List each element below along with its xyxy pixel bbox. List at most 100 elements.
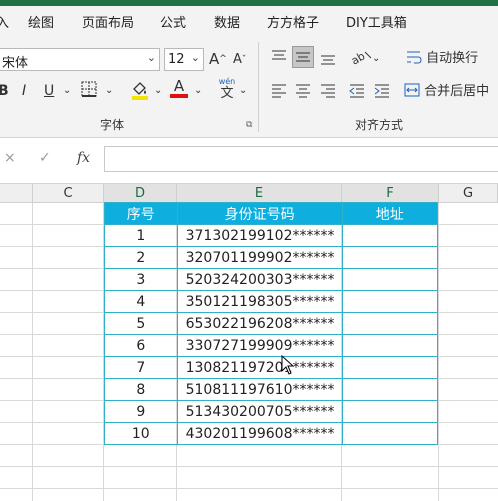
header-cell-address[interactable]: 地址 [341, 202, 439, 225]
cell-address[interactable] [341, 268, 439, 291]
cell-address[interactable] [341, 334, 439, 357]
enter-icon[interactable]: ✓ [39, 150, 51, 166]
cell-index[interactable]: 10 [104, 422, 178, 445]
tab-diy-toolbox[interactable]: DIY工具箱 [346, 12, 407, 31]
cell-address[interactable] [341, 378, 439, 401]
cell-address[interactable] [341, 400, 439, 423]
align-middle-icon [296, 52, 310, 62]
font-name-select[interactable]: 宋体 ⌄ [0, 48, 160, 71]
increase-indent-button[interactable] [373, 82, 391, 104]
cell-id-number[interactable]: 371302199102****** [176, 224, 343, 247]
italic-button[interactable]: I [22, 82, 26, 100]
cell-id-number[interactable]: 430201199608****** [176, 422, 343, 445]
cell-index[interactable]: 4 [104, 290, 178, 313]
merge-center-button[interactable]: 合并后居中 [404, 82, 489, 101]
cell-index[interactable]: 3 [104, 268, 178, 291]
cell-index[interactable]: 8 [104, 378, 178, 401]
cell-address[interactable] [341, 246, 439, 269]
cell-id-number[interactable]: 130821197201****** [176, 356, 343, 379]
font-color-letter: A [173, 77, 185, 95]
align-center-icon [296, 84, 310, 98]
tab-draw[interactable]: 绘图 [28, 12, 54, 31]
font-name-value: 宋体 [2, 56, 29, 71]
align-center-button[interactable] [294, 82, 312, 104]
align-top-icon [272, 50, 286, 60]
cell-id-number[interactable]: 330727199909****** [176, 334, 343, 357]
gridline [32, 203, 33, 501]
column-header-f[interactable]: F [342, 184, 439, 203]
tab-data[interactable]: 数据 [214, 12, 240, 31]
table-row: 5 653022196208****** [104, 312, 439, 335]
align-top-button[interactable] [270, 48, 288, 70]
table-row: 3 520324200303****** [104, 268, 439, 291]
shrink-font-button[interactable]: Aˇ [233, 51, 246, 69]
ribbon: 宋体 ⌄ 12 ⌄ A^ Aˇ B I U ⌄ ⌄ ⌄ A ⌄ wén 文 ⌄ … [0, 34, 498, 138]
align-right-button[interactable] [319, 82, 337, 104]
table-row: 1 371302199102****** [104, 224, 439, 247]
border-button[interactable] [80, 80, 98, 104]
grow-font-button[interactable]: A^ [209, 50, 227, 68]
cell-address[interactable] [341, 290, 439, 313]
cell-address[interactable] [341, 224, 439, 247]
phonetic-char: 文 [220, 86, 234, 101]
align-left-button[interactable] [270, 82, 288, 104]
cell-index[interactable]: 7 [104, 356, 178, 379]
cell-id-number[interactable]: 320701199902****** [176, 246, 343, 269]
cell-index[interactable]: 9 [104, 400, 178, 423]
cell-id-number[interactable]: 350121198305****** [176, 290, 343, 313]
font-color-button[interactable]: A [170, 78, 188, 98]
insert-function-icon[interactable]: fx [77, 150, 90, 166]
font-color-dropdown[interactable]: ⌄ [194, 82, 202, 100]
gridline [438, 203, 439, 501]
header-cell-id-number[interactable]: 身份证号码 [176, 202, 343, 225]
column-header-g[interactable]: G [439, 184, 498, 203]
header-cell-index[interactable]: 序号 [104, 202, 178, 225]
bold-button[interactable]: B [0, 82, 9, 100]
align-right-icon [321, 84, 335, 98]
fill-color-dropdown[interactable]: ⌄ [154, 82, 162, 100]
cell-id-number[interactable]: 510811197610****** [176, 378, 343, 401]
tab-formulas[interactable]: 公式 [160, 12, 186, 31]
svg-text:ab: ab [350, 49, 367, 66]
wrap-text-button[interactable]: 自动换行 [406, 49, 478, 68]
tab-fangfang[interactable]: 方方格子 [267, 12, 319, 31]
underline-button[interactable]: U [44, 82, 54, 100]
tab-page-layout[interactable]: 页面布局 [82, 12, 134, 31]
cell-address[interactable] [341, 422, 439, 445]
cell-address[interactable] [341, 356, 439, 379]
decrease-indent-button[interactable] [348, 82, 366, 104]
column-header-b[interactable] [0, 184, 33, 203]
cell-address[interactable] [341, 312, 439, 335]
column-header-d[interactable]: D [104, 184, 177, 203]
underline-dropdown[interactable]: ⌄ [63, 82, 71, 100]
border-dropdown[interactable]: ⌄ [105, 82, 113, 100]
cell-id-number[interactable]: 653022196208****** [176, 312, 343, 335]
orientation-dropdown[interactable]: ⌄ [372, 50, 380, 68]
column-header-c[interactable]: C [33, 184, 104, 203]
cell-index[interactable]: 6 [104, 334, 178, 357]
cell-index[interactable]: 1 [104, 224, 178, 247]
text-orientation-icon: ab [349, 49, 372, 68]
fill-color-button[interactable] [130, 80, 150, 106]
formula-bar: × ✓ fx [0, 138, 498, 184]
cell-id-number[interactable]: 513430200705****** [176, 400, 343, 423]
align-middle-button[interactable] [292, 46, 314, 68]
decrease-indent-icon [349, 84, 364, 98]
chevron-down-icon: ⌄ [146, 51, 156, 64]
phonetic-dropdown[interactable]: ⌄ [239, 82, 247, 100]
cell-index[interactable]: 5 [104, 312, 178, 335]
group-separator [258, 42, 259, 132]
table-row: 7 130821197201****** [104, 356, 439, 379]
cell-index[interactable]: 2 [104, 246, 178, 269]
cell-id-number[interactable]: 520324200303****** [176, 268, 343, 291]
mouse-cursor-icon [281, 355, 295, 375]
phonetic-button[interactable]: wén 文 [218, 76, 236, 101]
align-bottom-button[interactable] [319, 50, 337, 72]
column-header-e[interactable]: E [177, 184, 342, 203]
formula-input[interactable] [104, 146, 498, 172]
tab-insert[interactable]: 入 [0, 12, 9, 31]
cancel-icon[interactable]: × [4, 150, 16, 166]
orientation-button[interactable]: ab [349, 48, 374, 72]
font-size-select[interactable]: 12 ⌄ [164, 48, 204, 71]
font-dialog-launcher[interactable]: ⧉ [246, 120, 252, 130]
